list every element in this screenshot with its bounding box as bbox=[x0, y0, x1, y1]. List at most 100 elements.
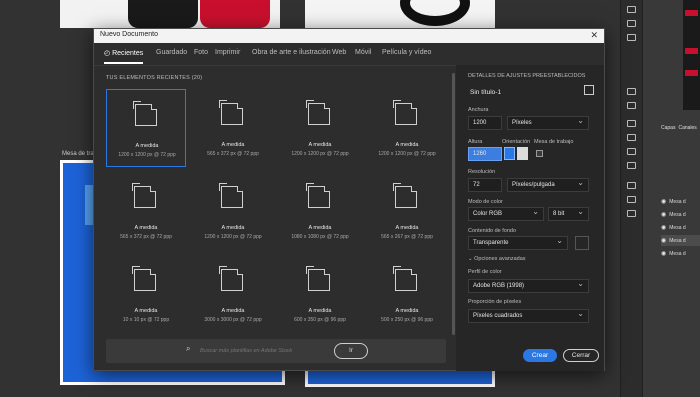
color-chip bbox=[685, 10, 698, 16]
layer-row[interactable]: ◉ Mesa d bbox=[661, 222, 700, 233]
tool-icon[interactable] bbox=[627, 6, 636, 13]
preset-dims: 3000 x 3000 px @ 72 ppp bbox=[204, 317, 262, 323]
tab-capas[interactable]: Capas bbox=[661, 125, 675, 131]
resolution-unit-select[interactable]: Píxeles/pulgada bbox=[507, 177, 589, 192]
document-icon bbox=[395, 186, 417, 208]
advanced-options-toggle[interactable]: ⌄ Opciones avanzadas bbox=[468, 256, 526, 262]
preset-dims: 10 x 10 px @ 72 ppp bbox=[122, 317, 170, 323]
layer-row[interactable]: ◉ Mesa d bbox=[661, 196, 700, 207]
document-icon bbox=[221, 186, 243, 208]
layer-name: Mesa d bbox=[669, 237, 686, 244]
artboard-checkbox[interactable] bbox=[536, 150, 543, 157]
layer-row[interactable]: ◉ Mesa d bbox=[661, 248, 700, 259]
preset-card[interactable]: A medida 565 x 372 px @ 72 ppp bbox=[106, 172, 186, 250]
tab-recientes[interactable]: ◴ Recientes bbox=[104, 49, 144, 64]
tab-obra-de-arte[interactable]: Obra de arte e ilustración bbox=[252, 49, 331, 56]
layer-name: Mesa d bbox=[669, 198, 686, 205]
preset-card[interactable]: A medida 565 x 372 px @ 72 ppp bbox=[193, 89, 273, 167]
width-label: Anchura bbox=[468, 107, 489, 113]
eye-icon[interactable]: ◉ bbox=[661, 250, 666, 257]
artboard-label: Mesa de trabajo bbox=[534, 139, 574, 145]
preset-dims: 600 x 350 px @ 96 ppp bbox=[294, 317, 346, 323]
preset-name: A medida bbox=[308, 225, 332, 231]
tab-canales[interactable]: Canales bbox=[678, 125, 696, 131]
tool-icon[interactable] bbox=[627, 162, 636, 169]
artboard-label: Mesa de trab bbox=[62, 151, 98, 157]
panel-tabs: Capas Canales bbox=[661, 125, 700, 135]
properties-strip bbox=[683, 0, 700, 110]
tool-icon[interactable] bbox=[627, 148, 636, 155]
tools-panel bbox=[620, 0, 643, 397]
preset-card[interactable]: A medida 1080 x 1080 px @ 72 ppp bbox=[280, 172, 360, 250]
tool-icon[interactable] bbox=[627, 102, 636, 109]
close-button[interactable]: Cerrar bbox=[563, 349, 599, 362]
color-mode-select[interactable]: Color RGB bbox=[468, 206, 544, 221]
bit-depth-select[interactable]: 8 bit bbox=[548, 206, 589, 221]
preset-name: A medida bbox=[134, 225, 158, 231]
landscape-icon[interactable] bbox=[517, 147, 528, 160]
background-color-swatch[interactable] bbox=[575, 236, 589, 250]
width-unit-select[interactable]: Píxeles bbox=[507, 115, 589, 130]
preset-card[interactable]: A medida 1200 x 1200 px @ 72 ppp bbox=[280, 89, 360, 167]
color-mode-label: Modo de color bbox=[468, 199, 503, 205]
close-icon[interactable]: ✕ bbox=[590, 30, 598, 41]
preset-name: A medida bbox=[134, 308, 158, 314]
artboard-top-left bbox=[60, 0, 280, 28]
color-profile-select[interactable]: Adobe RGB (1998) bbox=[468, 278, 589, 293]
preset-card[interactable]: A medida 500 x 250 px @ 96 ppp bbox=[367, 255, 447, 333]
eye-icon[interactable]: ◉ bbox=[661, 198, 666, 205]
portrait-icon[interactable] bbox=[504, 147, 515, 160]
tool-icon[interactable] bbox=[627, 210, 636, 217]
headphones-image bbox=[400, 0, 470, 26]
tab-movil[interactable]: Móvil bbox=[355, 49, 371, 56]
preset-details-panel: DETALLES DE AJUSTES PREESTABLECIDOS Sin … bbox=[456, 65, 604, 371]
tool-icon[interactable] bbox=[627, 20, 636, 27]
background-label: Contenido de fondo bbox=[468, 228, 517, 234]
tool-icon[interactable] bbox=[627, 88, 636, 95]
background-select[interactable]: Transparente bbox=[468, 235, 568, 250]
tool-icon[interactable] bbox=[627, 182, 636, 189]
layer-name: Mesa d bbox=[669, 211, 686, 218]
tab-guardado[interactable]: Guardado bbox=[156, 49, 187, 56]
tool-icon[interactable] bbox=[627, 134, 636, 141]
preset-name: A medida bbox=[308, 142, 332, 148]
document-icon bbox=[395, 269, 417, 291]
preset-card[interactable]: A medida 1200 x 1200 px @ 72 ppp bbox=[106, 89, 186, 167]
dialog-title: Nuevo Documento bbox=[100, 31, 158, 38]
preset-card[interactable]: A medida 565 x 267 px @ 72 ppp bbox=[367, 172, 447, 250]
create-button[interactable]: Crear bbox=[523, 349, 557, 362]
document-name[interactable]: Sin título-1 bbox=[470, 89, 501, 96]
resolution-input[interactable]: 72 bbox=[468, 178, 502, 192]
preset-card[interactable]: A medida 1200 x 1200 px @ 72 ppp bbox=[193, 172, 273, 250]
tab-imprimir[interactable]: Imprimir bbox=[215, 49, 240, 56]
tab-pelicula-video[interactable]: Película y vídeo bbox=[382, 49, 431, 56]
tool-icon[interactable] bbox=[627, 120, 636, 127]
preset-card[interactable]: A medida 1200 x 1200 px @ 72 ppp bbox=[367, 89, 447, 167]
height-label: Altura bbox=[468, 139, 483, 145]
preset-dims: 565 x 372 px @ 72 ppp bbox=[207, 151, 259, 157]
go-button[interactable]: Ir bbox=[334, 343, 368, 359]
presets-scrollbar[interactable] bbox=[452, 73, 455, 335]
preset-dims: 1080 x 1080 px @ 72 ppp bbox=[291, 234, 349, 240]
preset-card[interactable]: A medida 3000 x 3000 px @ 72 ppp bbox=[193, 255, 273, 333]
color-profile-label: Perfil de color bbox=[468, 269, 502, 275]
width-input[interactable]: 1200 bbox=[468, 116, 502, 130]
layer-row[interactable]: ◉ Mesa d bbox=[661, 235, 700, 246]
eye-icon[interactable]: ◉ bbox=[661, 237, 666, 244]
layer-row[interactable]: ◉ Mesa d bbox=[661, 209, 700, 220]
eye-icon[interactable]: ◉ bbox=[661, 211, 666, 218]
tab-web[interactable]: Web bbox=[332, 49, 346, 56]
preset-card[interactable]: A medida 600 x 350 px @ 96 ppp bbox=[280, 255, 360, 333]
preset-name: A medida bbox=[308, 308, 332, 314]
save-preset-icon[interactable] bbox=[584, 85, 594, 95]
eye-icon[interactable]: ◉ bbox=[661, 224, 666, 231]
preset-card[interactable]: A medida 10 x 10 px @ 72 ppp bbox=[106, 255, 186, 333]
pixel-ratio-select[interactable]: Píxeles cuadrados bbox=[468, 308, 589, 323]
preset-name: A medida bbox=[221, 142, 245, 148]
recent-items-heading: TUS ELEMENTOS RECIENTES (20) bbox=[106, 75, 202, 81]
tab-foto[interactable]: Foto bbox=[194, 49, 208, 56]
stock-search-input[interactable] bbox=[200, 346, 330, 356]
height-input[interactable]: 1260 bbox=[468, 147, 502, 161]
tool-icon[interactable] bbox=[627, 196, 636, 203]
tool-icon[interactable] bbox=[627, 34, 636, 41]
